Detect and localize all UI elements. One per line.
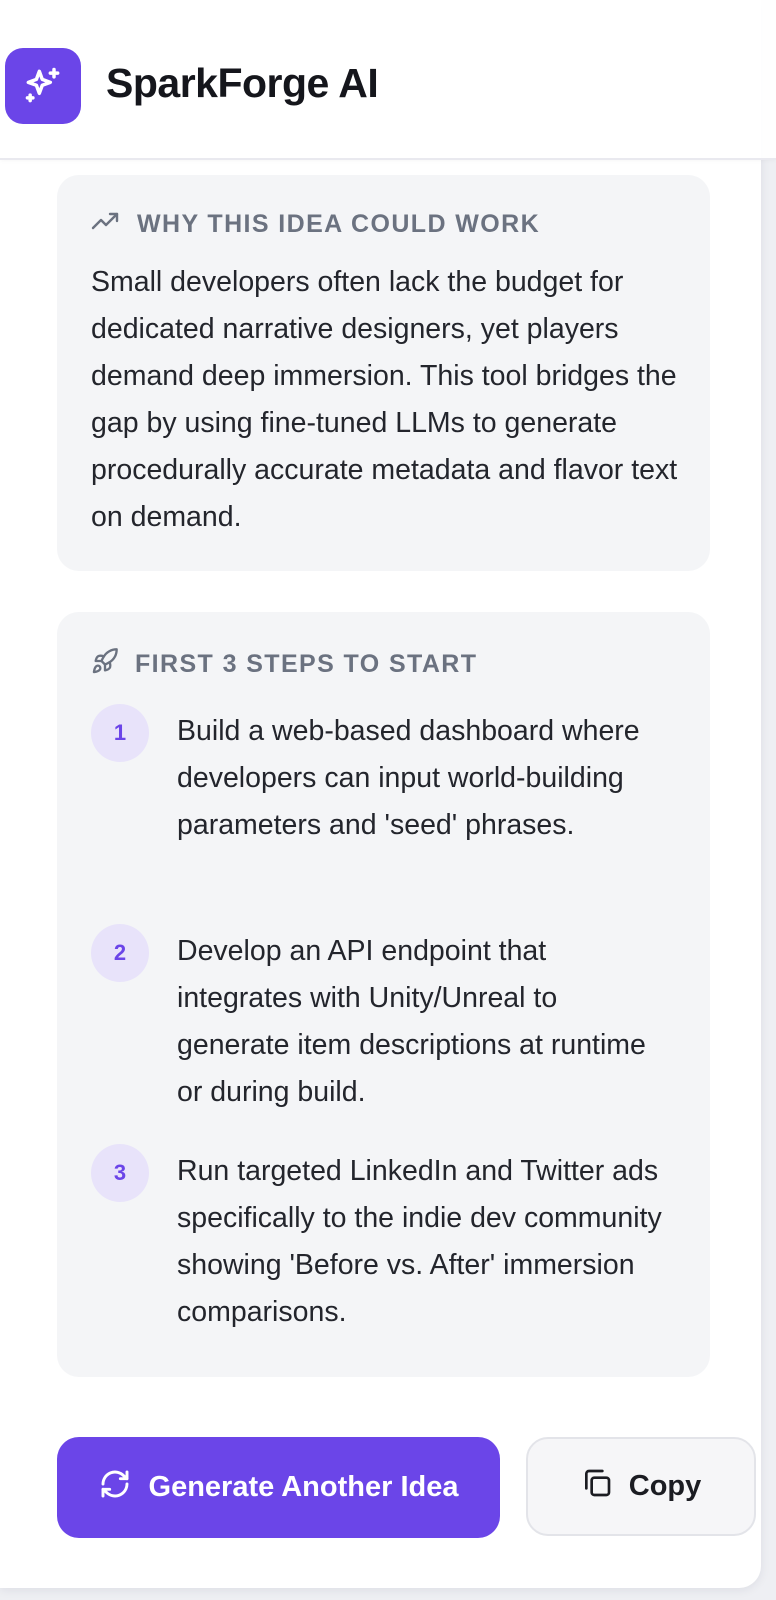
copy-button-label: Copy bbox=[628, 1470, 702, 1502]
step-text: Run targeted LinkedIn and Twitter ads sp… bbox=[177, 1155, 662, 1328]
step-number-badge: 3 bbox=[91, 1144, 149, 1202]
app-title: SparkForge AI bbox=[106, 60, 379, 106]
rocket-icon bbox=[91, 647, 119, 682]
trending-up-icon bbox=[91, 210, 121, 239]
generate-button-label: Generate Another Idea bbox=[148, 1471, 459, 1503]
why-section-title: WHY THIS IDEA COULD WORK bbox=[91, 210, 540, 239]
sparkles-icon[interactable] bbox=[5, 48, 81, 124]
app-header: SparkForge AI bbox=[0, 0, 776, 160]
generate-another-idea-button[interactable]: Generate Another Idea bbox=[57, 1437, 500, 1538]
refresh-icon bbox=[99, 1468, 131, 1508]
step-text: Build a web-based dashboard where develo… bbox=[177, 715, 640, 841]
why-title-text: WHY THIS IDEA COULD WORK bbox=[137, 210, 541, 238]
step-number-badge: 1 bbox=[91, 704, 149, 762]
steps-section-title: FIRST 3 STEPS TO START bbox=[91, 647, 477, 682]
copy-button[interactable]: Copy bbox=[526, 1437, 756, 1536]
steps-title-text: FIRST 3 STEPS TO START bbox=[135, 650, 478, 678]
why-description: Small developers often lack the budget f… bbox=[91, 266, 678, 533]
steps-panel: FIRST 3 STEPS TO START 1 Build a web-bas… bbox=[57, 612, 710, 1377]
idea-card: WHY THIS IDEA COULD WORK Small developer… bbox=[0, 0, 761, 1588]
step-number-badge: 2 bbox=[91, 924, 149, 982]
step-text: Develop an API endpoint that integrates … bbox=[177, 935, 646, 1108]
copy-icon bbox=[581, 1467, 613, 1507]
why-panel: WHY THIS IDEA COULD WORK Small developer… bbox=[57, 175, 710, 571]
